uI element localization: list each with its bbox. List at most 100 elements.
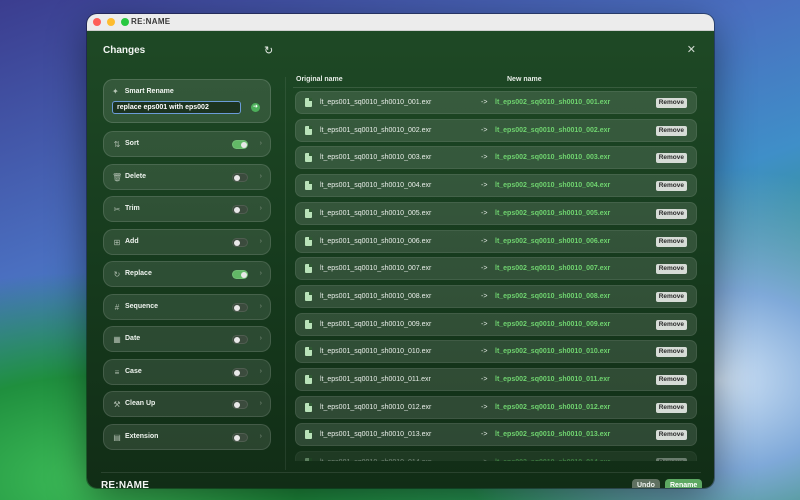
chevron-right-icon[interactable]: › (260, 140, 262, 147)
chevron-right-icon[interactable]: › (260, 368, 262, 375)
column-header-new: New name (507, 76, 542, 83)
file-icon (305, 125, 312, 135)
trash-icon: 🗑 (112, 172, 123, 182)
replace-icon: ↻ (113, 270, 121, 279)
remove-button[interactable]: Remove (655, 291, 687, 302)
reset-icon[interactable]: ↻ (264, 44, 273, 57)
remove-button[interactable]: Remove (655, 236, 687, 247)
operation-toggle[interactable] (232, 172, 248, 182)
operation-add[interactable]: ⊞ Add › (103, 228, 271, 255)
rename-arrow: -> (481, 320, 488, 328)
remove-button[interactable]: Remove (655, 319, 687, 330)
chevron-right-icon[interactable]: › (260, 335, 262, 342)
main-content: Changes ↻ ✕ ✦ Smart Rename replace eps00… (87, 31, 714, 488)
smart-rename-input[interactable]: replace eps001 with eps002 (112, 101, 241, 114)
operation-sort[interactable]: ⇅ Sort › (103, 131, 271, 157)
chevron-right-icon[interactable]: › (260, 433, 262, 440)
original-name: lt_eps001_sq0010_sh0010_004.exr (320, 182, 432, 190)
operation-label: Add (125, 237, 139, 245)
operation-label: Delete (125, 172, 147, 180)
new-name: lt_eps002_sq0010_sh0010_003.exr (495, 154, 611, 162)
operation-label: Replace (125, 270, 152, 277)
chevron-right-icon[interactable]: › (260, 205, 262, 212)
operation-toggle[interactable] (232, 367, 248, 377)
minimize-window-button[interactable] (107, 18, 115, 26)
original-name: lt_eps001_sq0010_sh0010_006.exr (320, 237, 432, 245)
original-name: lt_eps001_sq0010_sh0010_002.exr (320, 126, 432, 134)
original-name: lt_eps001_sq0010_sh0010_007.exr (320, 265, 432, 273)
zoom-window-button[interactable] (121, 18, 129, 26)
extension-icon: ▤ (113, 432, 121, 442)
rename-list[interactable]: lt_eps001_sq0010_sh0010_001.exr -> lt_eps0… (295, 91, 697, 461)
chevron-right-icon[interactable]: › (260, 303, 262, 310)
rename-arrow: -> (481, 403, 488, 411)
file-icon (305, 236, 312, 246)
remove-button[interactable]: Remove (655, 98, 687, 108)
operation-toggle[interactable] (232, 140, 248, 149)
operation-toggle[interactable] (232, 432, 248, 442)
operation-trim[interactable]: ✂ Trim › (103, 196, 271, 222)
rename-arrow: -> (481, 99, 488, 106)
remove-button[interactable]: Remove (655, 181, 687, 192)
file-icon (305, 458, 312, 461)
operation-date[interactable]: ▦ Date › (103, 326, 271, 352)
smart-rename-label: Smart Rename (124, 88, 174, 95)
operation-clean-up[interactable]: ⚒ Clean Up › (103, 391, 271, 417)
window-title: RE:NAME (131, 17, 171, 26)
remove-button[interactable]: Remove (655, 208, 687, 219)
operation-toggle[interactable] (232, 400, 248, 409)
list-item: lt_eps001_sq0010_sh0010_010.exr -> lt_eps0… (295, 340, 697, 364)
original-name: lt_eps001_sq0010_sh0010_012.exr (320, 403, 432, 411)
file-icon (305, 291, 312, 301)
calendar-icon: ▦ (113, 335, 121, 344)
operation-toggle[interactable] (232, 205, 248, 214)
file-icon (305, 375, 312, 384)
rename-arrow: -> (481, 209, 488, 217)
undo-button[interactable]: Undo (632, 479, 660, 488)
new-name: lt_eps002_sq0010_sh0010_001.exr (495, 99, 611, 106)
arrow-right-icon[interactable]: ➜ (251, 103, 260, 112)
operation-label: Extension (125, 432, 159, 440)
operation-replace[interactable]: ↻ Replace › (103, 261, 271, 287)
new-name: lt_eps002_sq0010_sh0010_005.exr (495, 209, 611, 217)
list-item: lt_eps001_sq0010_sh0010_002.exr -> lt_eps0… (295, 118, 697, 142)
rename-button[interactable]: Rename (665, 479, 703, 488)
original-name: lt_eps001_sq0010_sh0010_001.exr (320, 99, 432, 106)
list-item: lt_eps001_sq0010_sh0010_013.exr -> lt_eps0… (295, 423, 697, 447)
operation-label: Trim (125, 205, 140, 212)
panel-divider (285, 77, 286, 470)
remove-button[interactable]: Remove (655, 458, 687, 461)
remove-button[interactable]: Remove (655, 375, 687, 385)
close-window-button[interactable] (93, 18, 101, 26)
chevron-right-icon[interactable]: › (260, 400, 262, 407)
rename-arrow: -> (481, 126, 488, 134)
operation-extension[interactable]: ▤ Extension › (103, 423, 271, 450)
operation-sequence[interactable]: # Sequence › (103, 293, 271, 320)
new-name: lt_eps002_sq0010_sh0010_007.exr (495, 265, 611, 273)
remove-button[interactable]: Remove (655, 125, 687, 136)
remove-button[interactable]: Remove (655, 430, 687, 441)
remove-button[interactable]: Remove (655, 347, 687, 358)
list-item: lt_eps001_sq0010_sh0010_003.exr -> lt_eps0… (295, 146, 697, 170)
new-name: lt_eps002_sq0010_sh0010_008.exr (495, 292, 611, 300)
remove-button[interactable]: Remove (655, 264, 687, 275)
chevron-right-icon[interactable]: › (260, 238, 262, 245)
operation-case[interactable]: ≡ Case › (103, 358, 271, 385)
new-name: lt_eps002_sq0010_sh0010_002.exr (495, 126, 611, 134)
file-icon (305, 319, 312, 329)
operation-delete[interactable]: 🗑 Delete › (103, 163, 271, 190)
remove-button[interactable]: Remove (655, 402, 687, 413)
header-divider (293, 87, 697, 88)
brand-logo: RE:NAME (101, 480, 150, 488)
chevron-right-icon[interactable]: › (260, 270, 262, 277)
operation-toggle[interactable] (232, 302, 248, 312)
traffic-lights (93, 18, 129, 26)
operation-toggle[interactable] (232, 270, 248, 279)
add-icon: ⊞ (113, 237, 121, 247)
operation-toggle[interactable] (232, 335, 248, 344)
close-icon[interactable]: ✕ (687, 43, 696, 56)
file-icon (305, 98, 312, 107)
remove-button[interactable]: Remove (655, 153, 687, 164)
chevron-right-icon[interactable]: › (260, 173, 262, 180)
operation-toggle[interactable] (232, 237, 248, 247)
